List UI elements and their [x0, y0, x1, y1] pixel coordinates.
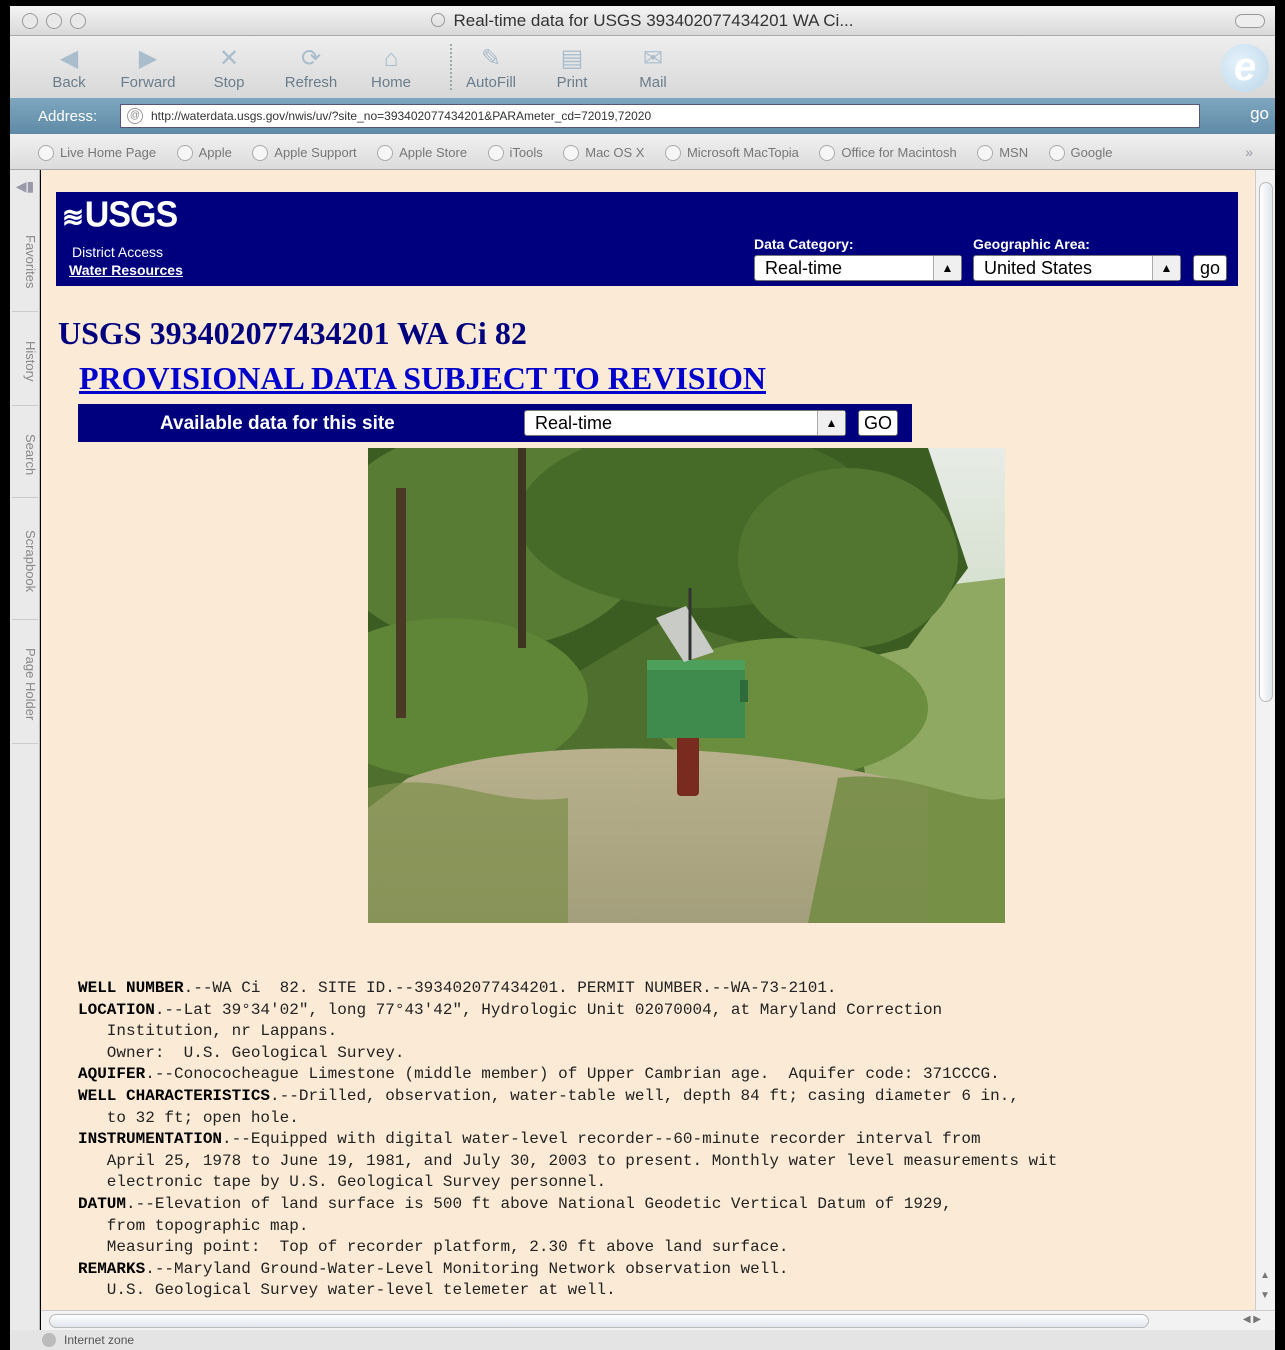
- favorite-icon: [819, 145, 836, 161]
- back-arrow-icon: ◀: [59, 45, 79, 72]
- location-key: LOCATION: [78, 1000, 155, 1019]
- available-data-go-button[interactable]: GO: [858, 410, 898, 436]
- tab-page-holder[interactable]: Page Holder: [12, 626, 38, 744]
- autofill-icon: ✎: [480, 45, 502, 72]
- available-data-label: Available data for this site: [160, 413, 395, 434]
- data-category-select[interactable]: Real-time ▲: [754, 255, 962, 281]
- favorite-icon: [977, 145, 994, 161]
- favorite-icon: [252, 145, 269, 161]
- vertical-scroll-thumb[interactable]: [1259, 182, 1273, 702]
- window-title-bar: Real-time data for USGS 393402077434201 …: [10, 6, 1275, 36]
- data-category-label: Data Category:: [754, 236, 854, 252]
- well-number-key: WELL NUMBER: [78, 979, 184, 997]
- sidebar-toggle-icon[interactable]: ◀▮: [14, 178, 36, 198]
- datum-key: DATUM: [78, 1194, 127, 1213]
- favorite-icon: [1048, 145, 1065, 161]
- status-bar: Internet zone: [10, 1330, 1275, 1350]
- available-data-select[interactable]: Real-time ▲: [524, 410, 846, 436]
- favorite-icon: [563, 145, 580, 161]
- aquifer-key: AQUIFER: [78, 1065, 146, 1084]
- scroll-down-arrow-icon[interactable]: ▼: [1260, 1290, 1270, 1301]
- tab-search[interactable]: Search: [12, 412, 38, 498]
- well-description: WELL NUMBER.--WA Ci 82. SITE ID.--393402…: [78, 979, 1058, 1300]
- provisional-data-link[interactable]: PROVISIONAL DATA SUBJECT TO REVISION: [79, 360, 766, 397]
- favorite-icon: [176, 145, 193, 161]
- usgs-header-banner: ≋USGS District Access Water Resources Da…: [56, 192, 1238, 286]
- vertical-scrollbar[interactable]: ▲ ▼: [1255, 170, 1275, 1310]
- toolbar-separator: [450, 44, 452, 90]
- usgs-logo[interactable]: ≋USGS: [62, 195, 178, 236]
- geographic-area-select[interactable]: United States ▲: [973, 255, 1181, 281]
- favorite-apple-store[interactable]: Apple Store: [377, 145, 467, 161]
- site-photo: [368, 448, 1005, 923]
- water-resources-link[interactable]: Water Resources: [69, 262, 183, 278]
- tab-favorites[interactable]: Favorites: [12, 212, 38, 312]
- favorite-icon: [487, 145, 504, 161]
- stop-button[interactable]: ✕ Stop: [194, 44, 264, 91]
- favorite-mac-os-x[interactable]: Mac OS X: [563, 145, 644, 161]
- instrumentation-key: INSTRUMENTATION: [78, 1130, 223, 1149]
- refresh-icon: ⟳: [300, 45, 322, 72]
- home-button[interactable]: ⌂ Home: [356, 44, 426, 91]
- favorite-msn[interactable]: MSN: [977, 145, 1028, 161]
- browser-toolbar: ◀ Back ▶ Forward ✕ Stop ⟳ Refresh ⌂ Home ✎ Aut…: [10, 36, 1275, 98]
- address-go-button[interactable]: go: [1250, 104, 1269, 124]
- favorite-apple[interactable]: Apple: [176, 145, 232, 161]
- well-characteristics-key: WELL CHARACTERISTICS: [78, 1086, 271, 1105]
- tab-scrapbook[interactable]: Scrapbook: [12, 504, 38, 620]
- select-arrows-icon: ▲: [1152, 256, 1180, 280]
- print-button[interactable]: ▤ Print: [537, 44, 607, 91]
- favorite-apple-support[interactable]: Apple Support: [252, 145, 357, 161]
- favorite-itools[interactable]: iTools: [487, 145, 543, 161]
- address-bar: Address: @ http://waterdata.usgs.gov/nwis…: [10, 98, 1275, 134]
- autofill-button[interactable]: ✎ AutoFill: [456, 44, 526, 91]
- favorite-office-for-macintosh[interactable]: Office for Macintosh: [819, 145, 957, 161]
- internet-zone-icon: [42, 1333, 56, 1347]
- site-photo-illustration: [368, 448, 1005, 923]
- window-title: Real-time data for USGS 393402077434201 …: [10, 11, 1275, 31]
- favorite-google[interactable]: Google: [1048, 145, 1112, 161]
- status-text: Internet zone: [64, 1333, 135, 1347]
- mail-icon: ✉: [642, 45, 664, 72]
- tab-history[interactable]: History: [12, 318, 38, 406]
- favorite-icon: [664, 145, 681, 161]
- favorites-bar: Live Home Page Apple Apple Support Apple…: [10, 134, 1275, 170]
- chevron-more-icon[interactable]: »: [1245, 144, 1253, 160]
- url-input[interactable]: @ http://waterdata.usgs.gov/nwis/uv/?site…: [120, 104, 1200, 128]
- favorite-icon: [377, 145, 394, 161]
- horizontal-scroll-thumb[interactable]: [49, 1314, 1149, 1328]
- page-title: USGS 393402077434201 WA Ci 82: [58, 315, 527, 351]
- geographic-go-button[interactable]: go: [1193, 255, 1227, 281]
- mail-button[interactable]: ✉ Mail: [618, 44, 688, 91]
- favorite-live-home-page[interactable]: Live Home Page: [38, 145, 156, 161]
- toolbar-toggle-button[interactable]: [1235, 14, 1265, 28]
- back-button[interactable]: ◀ Back: [34, 44, 104, 91]
- scroll-left-right-arrows-icon[interactable]: ◀ ▶: [1243, 1314, 1261, 1325]
- forward-button[interactable]: ▶ Forward: [113, 44, 183, 91]
- select-arrows-icon: ▲: [817, 411, 845, 435]
- favorite-icon: [38, 145, 54, 161]
- available-data-bar: Available data for this site Real-time ▲…: [78, 404, 912, 442]
- internet-explorer-logo: e: [1221, 44, 1269, 92]
- home-icon: ⌂: [383, 45, 399, 72]
- select-arrows-icon: ▲: [933, 256, 961, 280]
- page-icon: @: [127, 108, 143, 124]
- printer-icon: ▤: [560, 45, 584, 72]
- scroll-up-arrow-icon[interactable]: ▲: [1260, 1270, 1270, 1281]
- page-icon: [431, 13, 446, 27]
- refresh-button[interactable]: ⟳ Refresh: [276, 44, 346, 91]
- remarks-key: REMARKS: [78, 1259, 146, 1278]
- page-content: ≋USGS District Access Water Resources Da…: [41, 170, 1255, 1310]
- geographic-area-label: Geographic Area:: [973, 236, 1090, 252]
- forward-arrow-icon: ▶: [138, 45, 158, 72]
- address-label: Address:: [38, 108, 98, 125]
- explorer-side-tabs: ◀▮ Favorites History Search Scrapbook Pa…: [10, 170, 40, 1330]
- usgs-waves-icon: ≋: [62, 201, 84, 233]
- horizontal-scrollbar[interactable]: ◀ ▶: [41, 1310, 1275, 1330]
- district-access-text: District Access: [72, 244, 164, 260]
- stop-x-icon: ✕: [218, 45, 240, 72]
- favorite-microsoft-mactopia[interactable]: Microsoft MacTopia: [664, 145, 799, 161]
